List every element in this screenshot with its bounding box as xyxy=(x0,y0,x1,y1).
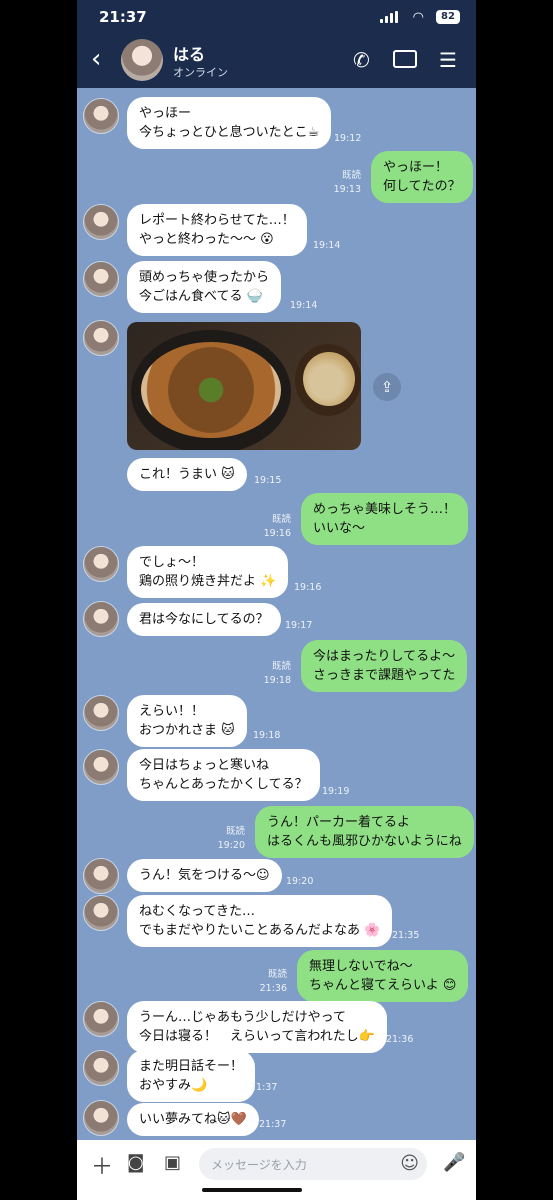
camera-icon[interactable]: ◙ xyxy=(127,1152,144,1173)
avatar[interactable] xyxy=(83,858,119,894)
message-time: 19:13 xyxy=(333,184,361,195)
read-receipt: 既読 xyxy=(271,661,291,672)
contact-name: はる xyxy=(173,45,206,64)
signal-icon xyxy=(380,11,398,23)
message-time: 19:17 xyxy=(285,620,313,631)
message-time: 19:18 xyxy=(253,730,281,741)
back-icon[interactable]: ‹ xyxy=(91,46,101,72)
avatar[interactable] xyxy=(83,1001,119,1037)
avatar[interactable] xyxy=(83,695,119,731)
message-time: 19:20 xyxy=(286,876,314,887)
message-time: 19:14 xyxy=(313,240,341,251)
image-icon[interactable]: ▣ xyxy=(164,1152,181,1173)
message-time: 21:36 xyxy=(259,983,287,994)
message-bubble[interactable]: えらい！！ おつかれさま 🐱 xyxy=(127,695,247,747)
avatar[interactable] xyxy=(83,601,119,637)
input-placeholder: メッセージを入力 xyxy=(211,1158,307,1172)
message-time: 19:20 xyxy=(217,840,245,851)
message-time: 21:35 xyxy=(392,930,420,941)
message-bubble[interactable]: やっほー 今ちょっとひと息ついたとこ☕ xyxy=(127,97,332,149)
message-bubble[interactable]: 今日はちょっと寒いね ちゃんとあったかくしてる？ xyxy=(127,749,320,801)
chat-header: ‹ はる オンライン ✆ ☰ xyxy=(77,34,476,88)
read-receipt: 既読 xyxy=(267,969,287,980)
message-time: 19:16 xyxy=(263,528,291,539)
avatar[interactable] xyxy=(121,39,163,81)
message-time: 19:15 xyxy=(254,475,282,486)
message-bubble[interactable]: めっちゃ美味しそう…！ いいな〜 xyxy=(301,493,469,545)
menu-icon[interactable]: ☰ xyxy=(439,48,457,72)
emoji-icon[interactable]: ☺ xyxy=(400,1153,419,1174)
avatar[interactable] xyxy=(83,261,119,297)
message-bubble[interactable]: やっほー！ 何してたの？ xyxy=(371,151,473,203)
message-bubble[interactable]: これ！うまい 🐱 xyxy=(127,458,247,491)
message-time: 19:19 xyxy=(322,786,350,797)
message-time: 21:37 xyxy=(259,1119,287,1130)
home-indicator xyxy=(202,1188,302,1192)
message-bubble[interactable]: うーん…じゃあもう少しだけやって 今日は寝る！ えらいって言われたし👉 xyxy=(127,1001,387,1053)
avatar[interactable] xyxy=(83,204,119,240)
read-receipt: 既読 xyxy=(271,514,291,525)
plus-icon[interactable]: ＋ xyxy=(91,1149,113,1181)
avatar[interactable] xyxy=(83,98,119,134)
clock: 21:37 xyxy=(99,8,147,26)
microphone-icon[interactable]: 🎤 xyxy=(443,1152,465,1173)
message-time: 21:36 xyxy=(386,1034,414,1045)
message-bubble[interactable]: 無理しないでね〜 ちゃんと寝てえらいよ 😊 xyxy=(297,950,469,1002)
message-list: やっほー 今ちょっとひと息ついたとこ☕ 19:12 既読 19:13 やっほー！… xyxy=(77,88,476,1140)
phone-screen: 21:37 ◠ 82 ‹ はる オンライン ✆ ☰ やっほー 今ちょっとひと息つ… xyxy=(77,0,476,1200)
message-time: 19:16 xyxy=(294,582,322,593)
online-status: オンライン xyxy=(173,66,228,79)
phone-icon[interactable]: ✆ xyxy=(353,48,370,72)
read-receipt: 既読 xyxy=(225,826,245,837)
message-bubble[interactable]: レポート終わらせてた…！ やっと終わった〜〜 😮 xyxy=(127,204,307,256)
message-time: 19:14 xyxy=(290,300,318,311)
message-bubble[interactable]: いい夢みてね🐱🤎 xyxy=(127,1103,259,1136)
battery-icon: 82 xyxy=(436,10,460,24)
wifi-icon: ◠ xyxy=(412,10,424,25)
input-bar: ＋ ◙ ▣ メッセージを入力 ☺ 🎤 xyxy=(77,1140,476,1200)
message-bubble[interactable]: 君は今なにしてるの？ xyxy=(127,603,281,636)
avatar[interactable] xyxy=(83,546,119,582)
read-receipt: 既読 xyxy=(341,170,361,181)
avatar[interactable] xyxy=(83,895,119,931)
message-bubble[interactable]: また明日話そー！ おやすみ🌙 xyxy=(127,1050,256,1102)
message-time: 19:18 xyxy=(263,675,291,686)
avatar[interactable] xyxy=(83,1050,119,1086)
message-time: 19:12 xyxy=(334,133,362,144)
message-bubble[interactable]: ねむくなってきた… でもまだやりたいことあるんだよなあ 🌸 xyxy=(127,895,393,947)
message-bubble[interactable]: でしょ〜！ 鶏の照り焼き丼だよ ✨ xyxy=(127,546,289,598)
message-time: 21:37 xyxy=(250,1082,278,1093)
message-input[interactable]: メッセージを入力 ☺ xyxy=(199,1148,427,1180)
food-photo[interactable] xyxy=(127,322,361,450)
message-bubble[interactable]: 今はまったりしてるよ〜 さっきまで課題やってた xyxy=(301,640,468,692)
message-bubble[interactable]: 頭めっちゃ使ったから 今ごはん食べてる 🍚 xyxy=(127,261,282,313)
avatar[interactable] xyxy=(83,749,119,785)
message-bubble[interactable]: うん！気をつける〜☺ xyxy=(127,859,282,892)
message-bubble[interactable]: うん！パーカー着てるよ はるくんも風邪ひかないようにね xyxy=(255,806,474,858)
share-icon[interactable]: ⇪ xyxy=(373,373,401,401)
avatar[interactable] xyxy=(83,1100,119,1136)
status-bar: 21:37 ◠ 82 xyxy=(77,0,476,34)
video-call-icon[interactable] xyxy=(393,50,417,68)
avatar[interactable] xyxy=(83,320,119,356)
